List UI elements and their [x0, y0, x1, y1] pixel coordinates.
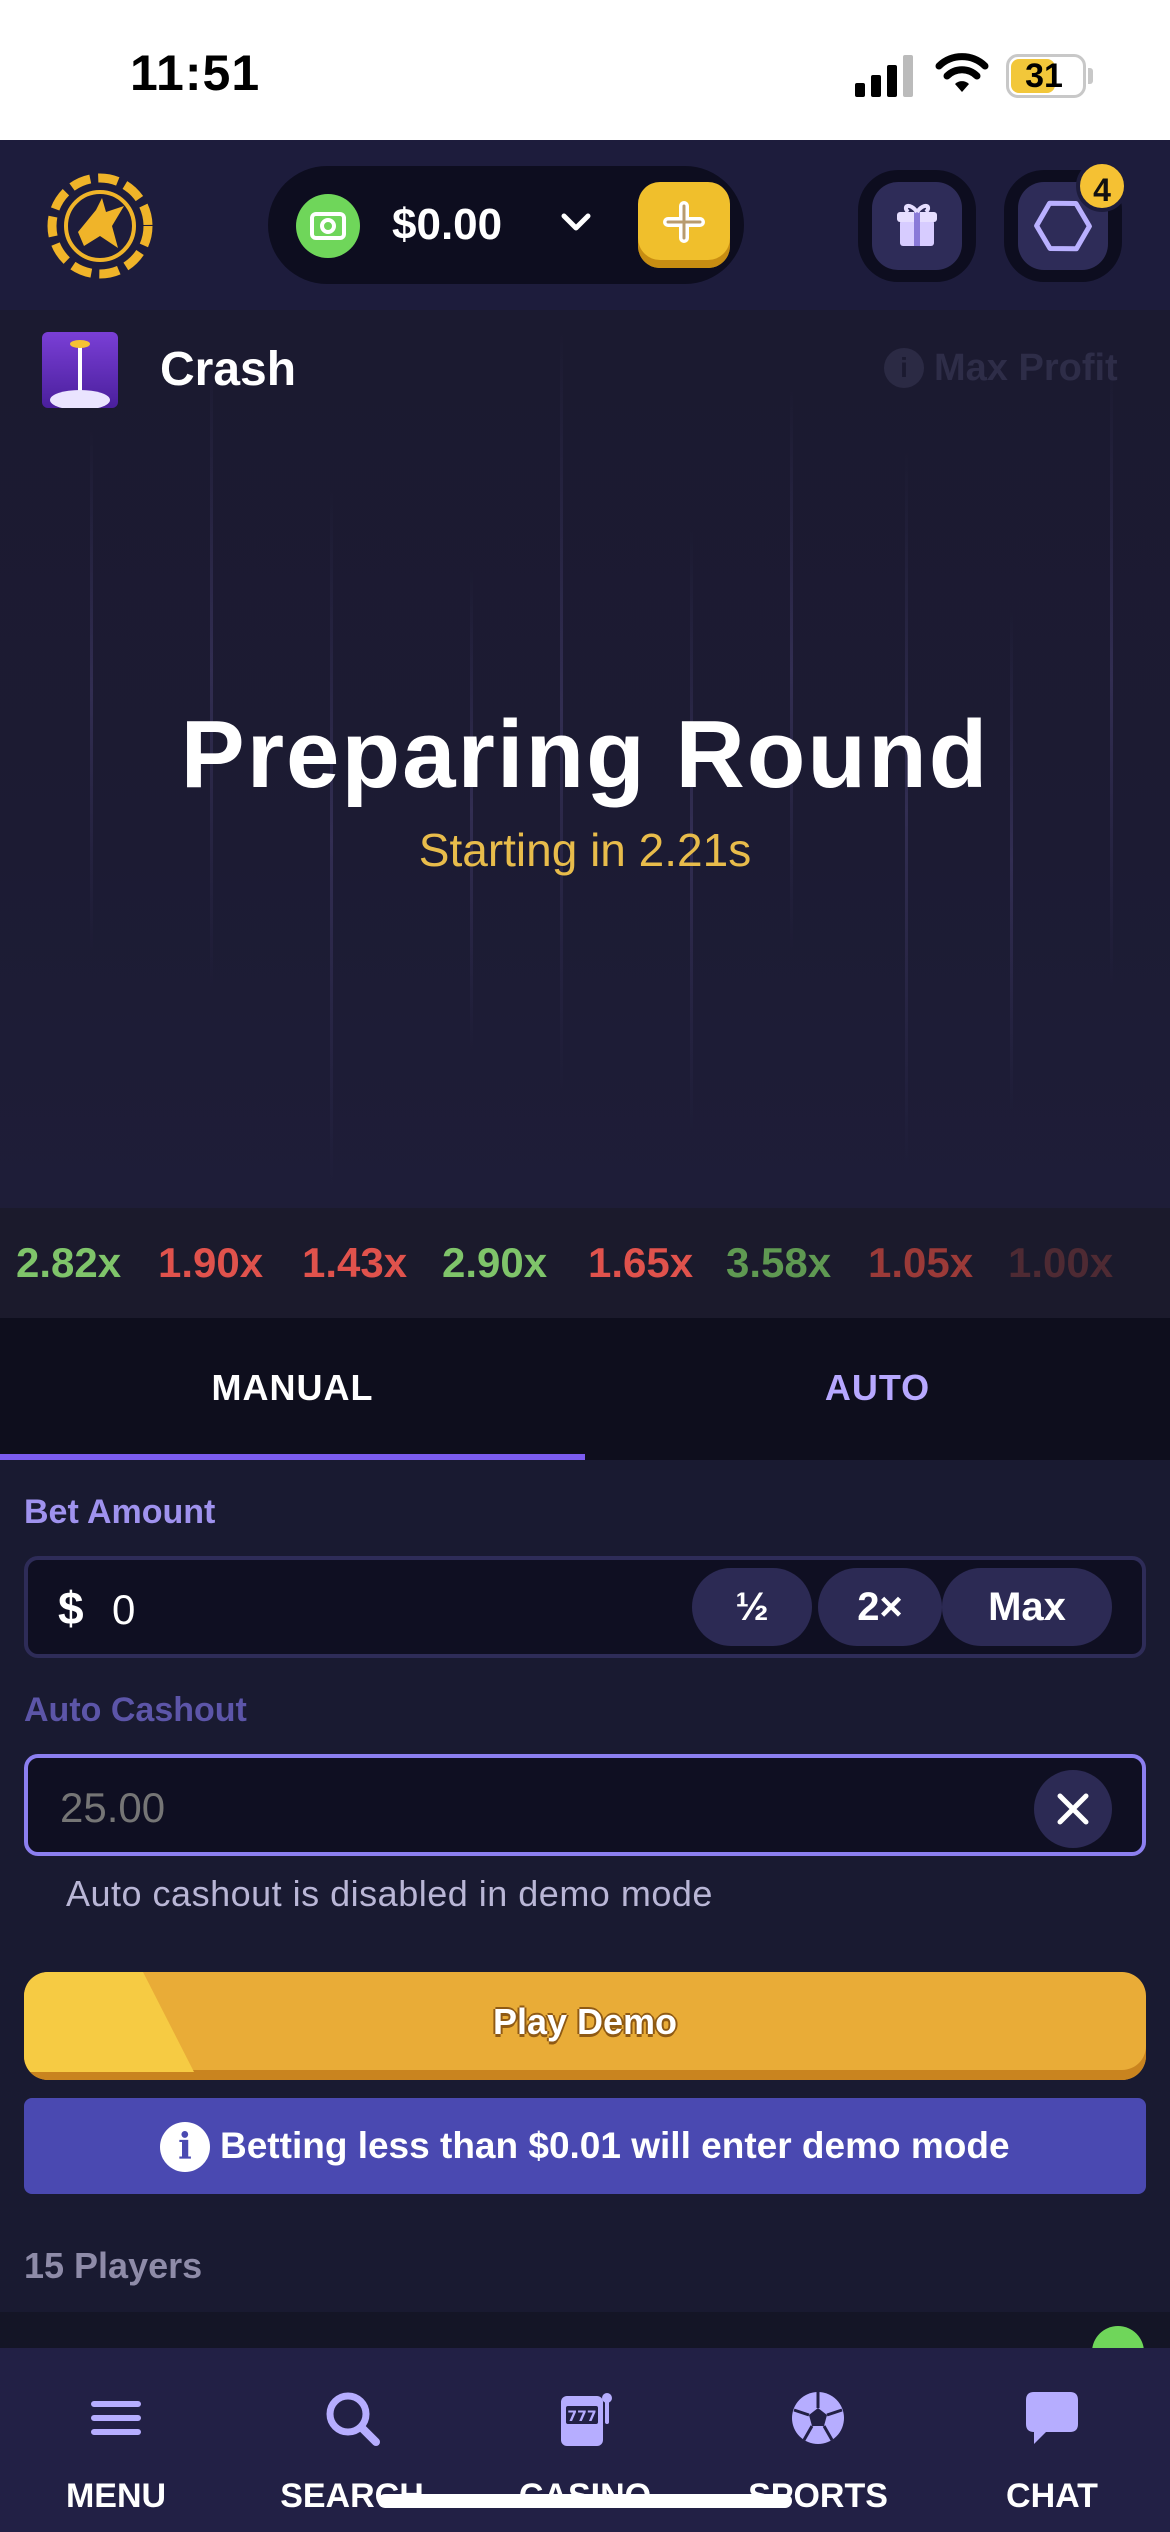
info-icon[interactable]: i [884, 348, 924, 388]
home-indicator[interactable] [378, 2494, 792, 2508]
wallet-balance: $0.00 [392, 200, 503, 249]
search-icon [326, 2392, 380, 2446]
auto-cashout-label: Auto Cashout [24, 1691, 247, 1729]
double-bet-button[interactable]: 2× [818, 1568, 942, 1646]
wifi-icon [935, 53, 989, 92]
svg-text:777: 777 [567, 2409, 596, 2425]
history-item: 1.43x [302, 1239, 408, 1286]
logo-icon[interactable] [44, 170, 156, 282]
round-countdown: Starting in 2.21s [418, 824, 752, 876]
max-profit-link[interactable]: Max Profit [934, 346, 1118, 390]
nav-label: CHAT [1006, 2477, 1098, 2515]
history-item: 2.82x [16, 1239, 122, 1286]
history-item: 2.90x [442, 1239, 548, 1286]
signal-icon [855, 55, 915, 97]
cash-icon [296, 194, 360, 258]
play-demo-button[interactable]: Play Demo [24, 1972, 1146, 2080]
game-title: Crash [160, 343, 297, 396]
multiplier-history: 2.82x 1.90x 1.43x 2.90x 1.65x 3.58x 1.05… [0, 1208, 1170, 1318]
gift-icon [897, 204, 937, 246]
info-icon: i [160, 2122, 210, 2172]
status-bar: 11:51 31 [0, 0, 1170, 140]
tab-auto[interactable]: AUTO [585, 1318, 1170, 1460]
app-header: $0.00 4 [0, 140, 1170, 310]
nav-label: MENU [65, 2477, 167, 2515]
notification-badge: 4 [1076, 160, 1128, 212]
clear-button[interactable] [1034, 1770, 1112, 1848]
history-item: 1.05x [868, 1239, 974, 1286]
round-status-title: Preparing Round [180, 701, 990, 808]
tab-manual[interactable]: MANUAL [0, 1318, 585, 1460]
bet-panel: Bet Amount $ ½ 2× Max Auto Cashout Auto … [0, 1460, 1170, 2216]
chat-bubble-icon [1026, 2392, 1078, 2444]
history-item: 3.58x [726, 1239, 832, 1286]
battery-level: 31 [1025, 57, 1063, 95]
game-thumbnail [42, 332, 118, 408]
history-item: 1.65x [588, 1239, 694, 1286]
game-canvas: Crash i Max Profit Preparing Round Start… [0, 310, 1170, 1208]
nav-chat[interactable]: CHAT [962, 2370, 1142, 2520]
max-bet-button[interactable]: Max [942, 1568, 1112, 1646]
bet-amount-label: Bet Amount [24, 1493, 216, 1531]
auto-cashout-note: Auto cashout is disabled in demo mode [66, 1873, 713, 1914]
bet-mode-tabs: MANUAL AUTO [0, 1318, 1170, 1460]
auto-cashout-input[interactable] [60, 1782, 960, 1834]
menu-icon [91, 2401, 141, 2435]
status-time: 11:51 [130, 45, 261, 101]
deposit-button[interactable] [638, 182, 730, 268]
history-item: 1.00x [1008, 1239, 1114, 1286]
soccer-ball-icon [792, 2392, 844, 2444]
history-item: 1.90x [158, 1239, 264, 1286]
bet-amount-input[interactable] [112, 1584, 612, 1636]
play-demo-label: Play Demo [492, 2001, 678, 2042]
players-count: 15 Players [24, 2245, 203, 2286]
bet-amount-field: $ ½ 2× Max [24, 1556, 1146, 1658]
close-icon [1057, 1793, 1089, 1825]
auto-cashout-field [24, 1754, 1146, 1856]
gift-button[interactable] [858, 170, 976, 282]
demo-mode-text: Betting less than $0.01 will enter demo … [220, 2125, 1010, 2166]
slot-machine-icon: 777 [561, 2393, 612, 2446]
plus-icon [663, 201, 705, 243]
players-section: 15 Players [0, 2216, 1170, 2312]
half-bet-button[interactable]: ½ [692, 1568, 812, 1646]
nav-menu[interactable]: MENU [26, 2370, 206, 2520]
players-list [0, 2312, 1170, 2366]
demo-mode-banner: i Betting less than $0.01 will enter dem… [24, 2098, 1146, 2194]
wallet[interactable]: $0.00 [268, 166, 744, 284]
battery-icon: 31 [1006, 54, 1086, 98]
chevron-down-icon[interactable] [556, 202, 596, 242]
currency-symbol: $ [58, 1582, 84, 1634]
